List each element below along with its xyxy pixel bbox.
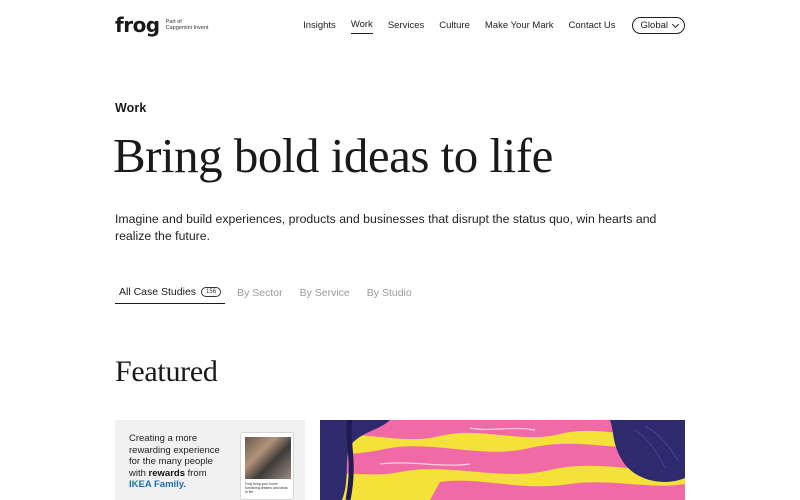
logo-tagline: Part of Capgemini Invent xyxy=(166,19,209,32)
tab-by-sector[interactable]: By Sector xyxy=(237,287,283,304)
tab-label: All Case Studies xyxy=(119,286,197,298)
card-text-mid: from xyxy=(187,467,207,479)
region-selector[interactable]: Global xyxy=(631,17,685,34)
tab-by-service[interactable]: By Service xyxy=(300,287,350,304)
nav-make-your-mark[interactable]: Make Your Mark xyxy=(485,18,554,34)
logo-wordmark: frog xyxy=(115,13,160,37)
nav-services[interactable]: Services xyxy=(388,18,424,34)
nav-culture[interactable]: Culture xyxy=(439,18,470,34)
card-text-bold: rewards xyxy=(148,467,185,479)
featured-card-artwork[interactable] xyxy=(320,420,685,500)
chevron-down-icon xyxy=(671,20,680,28)
nav-work[interactable]: Work xyxy=(350,17,373,34)
card-description: Creating a more rewarding experience for… xyxy=(129,433,229,491)
logo-tagline-line1: Part of xyxy=(165,18,182,25)
page-intro: Imagine and build experiences, products … xyxy=(115,212,657,243)
logo-tagline-line2: Capgemini Invent xyxy=(165,25,209,31)
featured-heading: Featured xyxy=(115,355,218,388)
case-count-badge: 156 xyxy=(201,287,222,297)
filter-tabs: All Case Studies 156 By Sector By Servic… xyxy=(115,286,429,304)
abstract-artwork xyxy=(320,420,685,500)
tab-all-case-studies[interactable]: All Case Studies 156 xyxy=(115,286,226,304)
tab-by-studio[interactable]: By Studio xyxy=(367,287,412,304)
main-nav: Insights Work Services Culture Make Your… xyxy=(288,17,685,34)
phone-mockup: Fully bring your home furnishing dreams … xyxy=(240,432,294,500)
phone-caption: Fully bring your home furnishing dreams … xyxy=(245,482,288,494)
family-photo xyxy=(245,437,291,479)
region-label: Global xyxy=(640,20,668,31)
page-eyebrow: Work xyxy=(115,101,147,115)
frog-logo[interactable]: frog Part of Capgemini Invent xyxy=(115,14,208,36)
nav-insights[interactable]: Insights xyxy=(303,18,336,34)
nav-contact-us[interactable]: Contact Us xyxy=(569,18,616,34)
page-title: Bring bold ideas to life xyxy=(113,128,553,183)
card-brand-highlight: IKEA Family xyxy=(129,479,184,490)
site-header: frog Part of Capgemini Invent Insights W… xyxy=(115,14,685,40)
card-text-end: . xyxy=(183,479,187,490)
